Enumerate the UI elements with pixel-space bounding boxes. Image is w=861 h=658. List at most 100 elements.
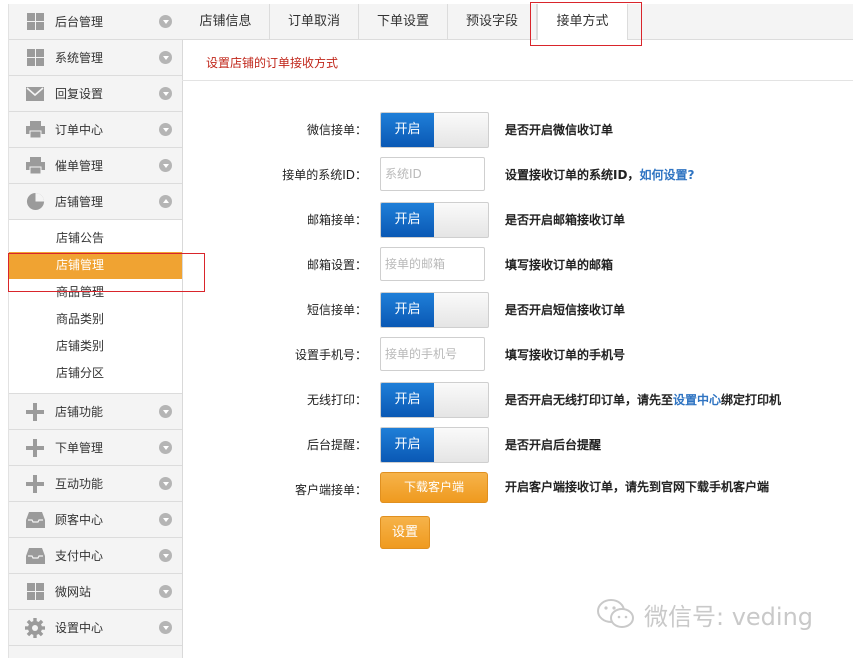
tab-order-receiving[interactable]: 接单方式 bbox=[537, 4, 628, 40]
tab-bar: 店铺信息 订单取消 下单设置 预设字段 接单方式 bbox=[182, 4, 853, 40]
field-label: 邮箱设置： bbox=[306, 258, 367, 272]
form-row-sms-order: 短信接单： 开启 是否开启短信接收订单 bbox=[182, 292, 853, 328]
inbox-icon bbox=[25, 510, 45, 530]
phone-input[interactable] bbox=[380, 337, 485, 371]
sidebar-item-label: 回复设置 bbox=[55, 87, 104, 101]
tab-order-settings[interactable]: 下单设置 bbox=[359, 4, 448, 39]
backend-alert-toggle[interactable]: 开启 bbox=[380, 427, 489, 463]
toggle-on-label: 开启 bbox=[381, 383, 434, 417]
wireless-print-toggle[interactable]: 开启 bbox=[380, 382, 489, 418]
chevron-down-icon[interactable] bbox=[159, 621, 172, 634]
chevron-down-icon[interactable] bbox=[159, 549, 172, 562]
field-description: 是否开启后台提醒 bbox=[505, 438, 602, 452]
submit-button[interactable]: 设置 bbox=[380, 516, 430, 549]
sidebar-item-label: 店铺管理 bbox=[55, 195, 104, 209]
sidebar-item-settings[interactable]: 设置中心 bbox=[9, 610, 182, 646]
sidebar-item-payment[interactable]: 支付中心 bbox=[9, 538, 182, 574]
download-client-button[interactable]: 下载客户端 bbox=[380, 472, 488, 503]
submenu-item-product-categories[interactable]: 商品类别 bbox=[9, 306, 182, 333]
field-description: 设置接收订单的系统ID，如何设置? bbox=[505, 157, 694, 193]
field-label: 设置手机号： bbox=[294, 348, 367, 362]
sidebar-item-label: 顾客中心 bbox=[55, 513, 104, 527]
chevron-down-icon[interactable] bbox=[159, 405, 172, 418]
sidebar-item-orders[interactable]: 订单中心 bbox=[9, 112, 182, 148]
sidebar-item-customers[interactable]: 顾客中心 bbox=[9, 502, 182, 538]
field-description: 开启客户端接收订单，请先到官网下载手机客户端 bbox=[505, 480, 770, 494]
chevron-down-icon[interactable] bbox=[159, 441, 172, 454]
sidebar-item-label: 后台管理 bbox=[55, 15, 104, 29]
settings-center-link[interactable]: 设置中心 bbox=[673, 393, 721, 407]
sidebar-item-label: 支付中心 bbox=[55, 549, 104, 563]
watermark: 微信号: veding bbox=[596, 594, 846, 634]
divider bbox=[182, 80, 853, 81]
field-label: 接单的系统ID： bbox=[282, 168, 367, 182]
sidebar-item-reminders[interactable]: 催单管理 bbox=[9, 148, 182, 184]
plus-icon bbox=[25, 402, 45, 422]
sidebar-item-label: 微网站 bbox=[55, 585, 92, 599]
page-hint: 设置店铺的订单接收方式 bbox=[206, 56, 339, 70]
form-row-phone: 设置手机号： 填写接收订单的手机号 bbox=[182, 337, 853, 373]
sidebar-item-label: 催单管理 bbox=[55, 159, 104, 173]
chevron-down-icon[interactable] bbox=[159, 87, 172, 100]
sidebar-item-label: 系统管理 bbox=[55, 51, 104, 65]
field-description: 是否开启邮箱接收订单 bbox=[505, 213, 626, 227]
chevron-down-icon[interactable] bbox=[159, 123, 172, 136]
sidebar-item-store[interactable]: 店铺管理 bbox=[9, 184, 182, 220]
sidebar-item-reply[interactable]: 回复设置 bbox=[9, 76, 182, 112]
sidebar-item-label: 设置中心 bbox=[55, 621, 104, 635]
field-description: 填写接收订单的手机号 bbox=[505, 348, 626, 362]
sidebar-item-backend[interactable]: 后台管理 bbox=[9, 4, 182, 40]
sms-order-toggle[interactable]: 开启 bbox=[380, 292, 489, 328]
watermark-text: 微信号: veding bbox=[644, 602, 814, 631]
sidebar-item-ordering[interactable]: 下单管理 bbox=[9, 430, 182, 466]
sidebar-item-label: 下单管理 bbox=[55, 441, 104, 455]
toggle-on-label: 开启 bbox=[381, 203, 434, 237]
system-id-input[interactable] bbox=[380, 157, 485, 191]
tab-preset-fields[interactable]: 预设字段 bbox=[448, 4, 537, 39]
form-row-system-id: 接单的系统ID： 设置接收订单的系统ID，如何设置? bbox=[182, 157, 853, 193]
submenu-item-store-notice[interactable]: 店铺公告 bbox=[9, 225, 182, 252]
description-text: 设置接收订单的系统ID， bbox=[505, 168, 640, 182]
submenu-item-store-manage[interactable]: 店铺管理 bbox=[9, 252, 182, 279]
chevron-down-icon[interactable] bbox=[159, 51, 172, 64]
submenu-item-store-categories[interactable]: 店铺类别 bbox=[9, 333, 182, 360]
field-description: 是否开启无线打印订单，请先至设置中心绑定打印机 bbox=[505, 382, 781, 418]
chevron-down-icon[interactable] bbox=[159, 159, 172, 172]
chevron-down-icon[interactable] bbox=[159, 513, 172, 526]
store-submenu: 店铺公告 店铺管理 商品管理 商品类别 店铺类别 店铺分区 bbox=[9, 220, 182, 394]
inbox-icon bbox=[25, 546, 45, 566]
chevron-down-icon[interactable] bbox=[159, 585, 172, 598]
wechat-order-toggle[interactable]: 开启 bbox=[380, 112, 489, 148]
mail-icon bbox=[25, 84, 45, 104]
email-input[interactable] bbox=[380, 247, 485, 281]
pie-chart-icon bbox=[25, 192, 45, 212]
wechat-logo-icon bbox=[596, 598, 636, 630]
sidebar-item-interaction[interactable]: 互动功能 bbox=[9, 466, 182, 502]
sidebar-item-label: 订单中心 bbox=[55, 123, 104, 137]
grid-icon bbox=[25, 582, 45, 602]
form-row-backend-alert: 后台提醒： 开启 是否开启后台提醒 bbox=[182, 427, 853, 463]
field-label: 无线打印： bbox=[306, 393, 367, 407]
field-label: 后台提醒： bbox=[306, 438, 367, 452]
toggle-on-label: 开启 bbox=[381, 113, 434, 147]
field-label: 微信接单： bbox=[306, 123, 367, 137]
field-label: 客户端接单： bbox=[294, 483, 367, 497]
how-to-setup-link[interactable]: 如何设置? bbox=[639, 168, 694, 182]
email-order-toggle[interactable]: 开启 bbox=[380, 202, 489, 238]
chevron-down-icon[interactable] bbox=[159, 15, 172, 28]
sidebar-item-store-features[interactable]: 店铺功能 bbox=[9, 394, 182, 430]
submenu-item-store-zones[interactable]: 店铺分区 bbox=[9, 360, 182, 387]
sidebar-item-system[interactable]: 系统管理 bbox=[9, 40, 182, 76]
toggle-on-label: 开启 bbox=[381, 293, 434, 327]
sidebar-item-microsite[interactable]: 微网站 bbox=[9, 574, 182, 610]
form-row-email-order: 邮箱接单： 开启 是否开启邮箱接收订单 bbox=[182, 202, 853, 238]
sidebar-item-label: 店铺功能 bbox=[55, 405, 104, 419]
submenu-item-products[interactable]: 商品管理 bbox=[9, 279, 182, 306]
tab-store-info[interactable]: 店铺信息 bbox=[182, 4, 270, 39]
tab-order-cancel[interactable]: 订单取消 bbox=[270, 4, 359, 39]
chevron-up-icon[interactable] bbox=[159, 195, 172, 208]
plus-icon bbox=[25, 438, 45, 458]
chevron-down-icon[interactable] bbox=[159, 477, 172, 490]
plus-icon bbox=[25, 474, 45, 494]
field-label: 邮箱接单： bbox=[306, 213, 367, 227]
